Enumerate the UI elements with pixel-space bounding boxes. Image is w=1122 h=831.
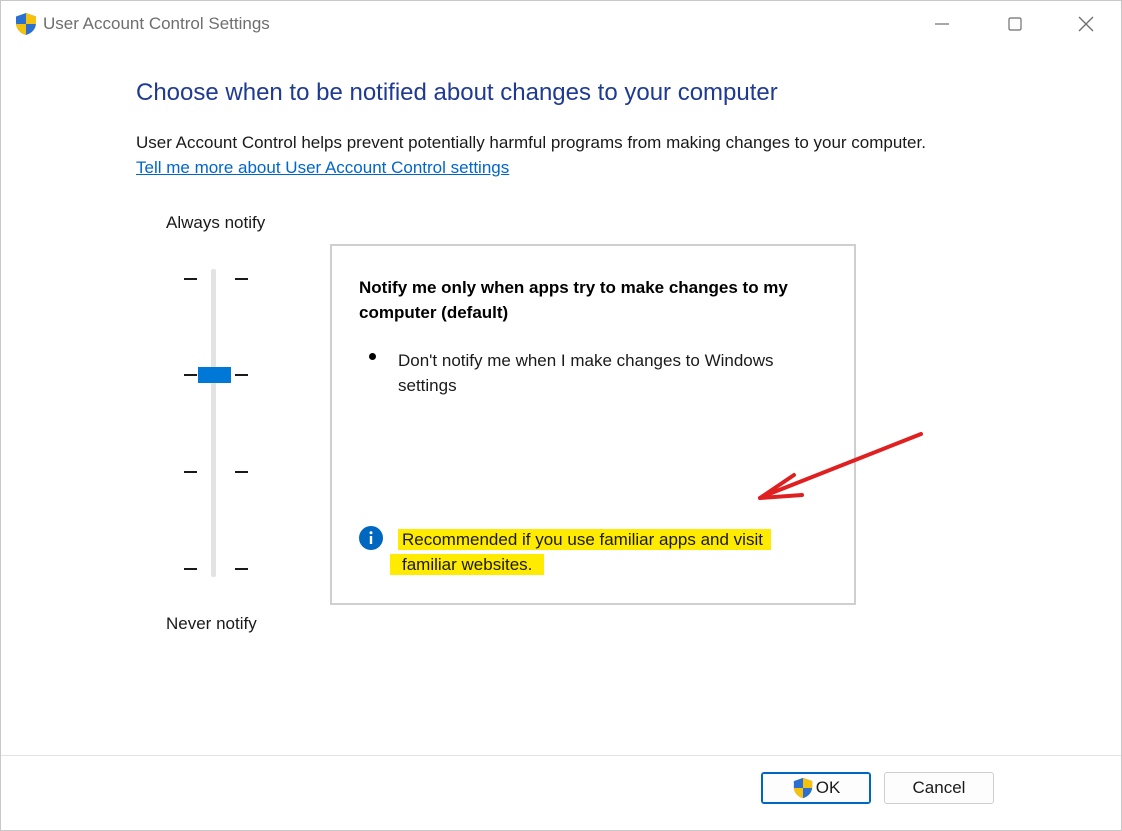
recommendation-text-line2: familiar websites. xyxy=(390,554,545,575)
info-icon xyxy=(359,526,383,550)
notification-level-slider[interactable] xyxy=(171,263,261,583)
recommendation-text-line1: Recommended if you use familiar apps and… xyxy=(398,529,771,550)
slider-thumb[interactable] xyxy=(198,367,231,383)
slider-tick xyxy=(184,374,197,376)
slider-tick xyxy=(184,471,197,473)
slider-tick xyxy=(235,568,248,570)
ok-button[interactable]: OK xyxy=(761,772,871,804)
setting-description-panel: Notify me only when apps try to make cha… xyxy=(330,244,856,605)
panel-title: Notify me only when apps try to make cha… xyxy=(359,278,788,322)
uac-shield-icon xyxy=(16,13,36,35)
slider-tick xyxy=(184,568,197,570)
uac-shield-icon xyxy=(793,777,812,799)
annotation-arrow-icon xyxy=(758,432,923,500)
slider-track[interactable] xyxy=(211,269,216,577)
learn-more-link[interactable]: Tell me more about User Account Control … xyxy=(136,158,509,178)
cancel-button-label: Cancel xyxy=(912,778,966,797)
close-icon xyxy=(1078,16,1094,32)
bullet-icon xyxy=(369,353,376,360)
minimize-button[interactable] xyxy=(919,7,965,41)
slider-tick xyxy=(235,278,248,280)
slider-tick xyxy=(235,471,248,473)
description-text: User Account Control helps prevent poten… xyxy=(136,133,926,152)
uac-settings-window: User Account Control Settings Choose whe… xyxy=(0,0,1122,831)
panel-bullet-text: Don't notify me when I make changes to W… xyxy=(398,351,774,395)
slider-tick xyxy=(184,278,197,280)
slider-top-label: Always notify xyxy=(166,213,266,232)
slider-bottom-label: Never notify xyxy=(166,614,257,633)
window-title: User Account Control Settings xyxy=(43,14,270,33)
maximize-icon xyxy=(1008,17,1022,31)
minimize-icon xyxy=(935,23,949,25)
ok-button-label: OK xyxy=(815,778,841,797)
title-bar: User Account Control Settings xyxy=(1,1,1121,47)
footer-separator xyxy=(1,755,1121,756)
close-button[interactable] xyxy=(1063,7,1109,41)
slider-tick xyxy=(235,374,248,376)
cancel-button[interactable]: Cancel xyxy=(884,772,994,804)
maximize-button[interactable] xyxy=(992,7,1038,41)
page-heading: Choose when to be notified about changes… xyxy=(136,79,778,106)
